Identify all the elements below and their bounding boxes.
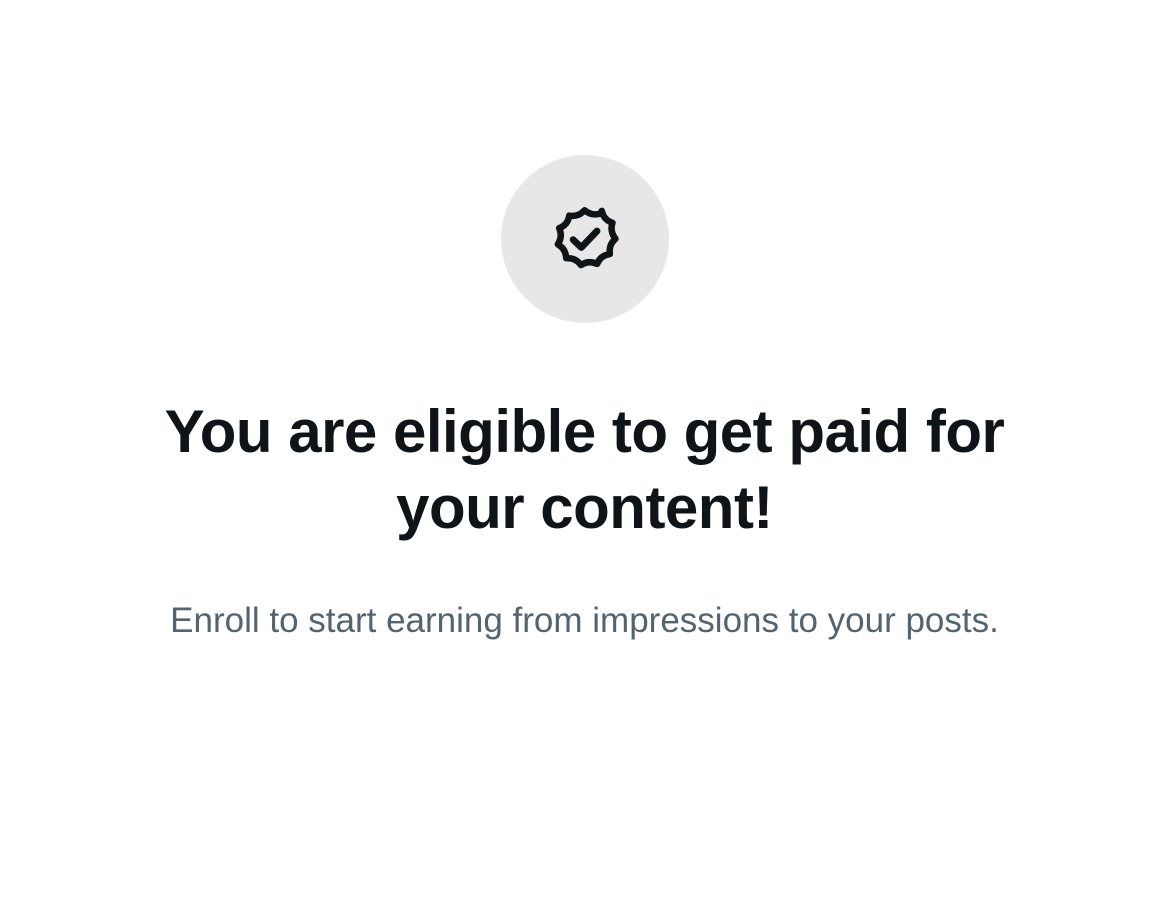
page-title-line-1: You are eligible to get paid for <box>164 398 1005 465</box>
page-subtitle: Enroll to start earning from impressions… <box>170 601 999 640</box>
page-title: You are eligible to get paid for your con… <box>60 394 1109 546</box>
badge-circle <box>501 155 669 323</box>
monetization-eligibility-screen: You are eligible to get paid for your con… <box>0 0 1169 904</box>
page-title-line-2: your content! <box>396 474 773 541</box>
verified-badge-icon <box>554 207 619 269</box>
